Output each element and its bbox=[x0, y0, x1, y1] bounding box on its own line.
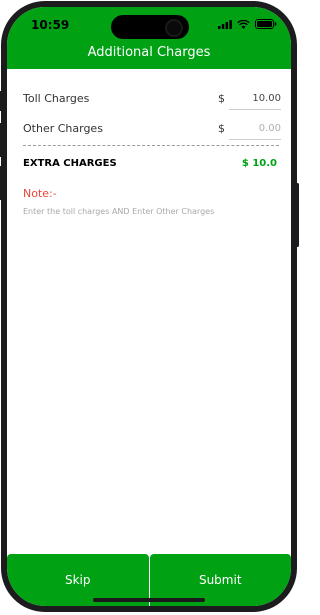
toll-charges-input[interactable] bbox=[229, 87, 281, 110]
screen: 10:59 Additional Charges Toll Charges $ … bbox=[7, 7, 291, 606]
page-title: Additional Charges bbox=[87, 45, 211, 60]
volume-up-button bbox=[0, 123, 2, 157]
extra-charges-value: $ 10.0 bbox=[241, 158, 277, 169]
other-charges-input[interactable] bbox=[229, 117, 281, 140]
note-text: Enter the toll charges AND Enter Other C… bbox=[23, 207, 215, 216]
other-charges-row: Other Charges $ bbox=[23, 117, 281, 143]
status-time: 10:59 bbox=[31, 18, 70, 32]
action-button bbox=[0, 91, 2, 111]
dashed-divider bbox=[23, 145, 279, 146]
phone-frame: 10:59 Additional Charges Toll Charges $ … bbox=[0, 1, 299, 612]
status-bar: 10:59 bbox=[7, 7, 291, 41]
home-indicator bbox=[93, 598, 205, 602]
status-icons bbox=[218, 19, 277, 29]
toll-charges-label: Toll Charges bbox=[23, 92, 90, 105]
extra-charges-label: EXTRA CHARGES bbox=[23, 158, 117, 169]
power-button bbox=[296, 183, 299, 247]
other-charges-label: Other Charges bbox=[23, 122, 103, 135]
note-title: Note:- bbox=[23, 187, 57, 200]
battery-icon bbox=[255, 19, 277, 29]
signal-icon bbox=[218, 19, 232, 29]
wifi-icon bbox=[237, 19, 250, 29]
header-bar: 10:59 Additional Charges bbox=[7, 7, 291, 69]
toll-charges-row: Toll Charges $ bbox=[23, 87, 281, 113]
volume-down-button bbox=[0, 166, 2, 200]
other-currency-symbol: $ bbox=[218, 122, 225, 135]
toll-currency-symbol: $ bbox=[218, 92, 225, 105]
camera-icon bbox=[165, 19, 183, 37]
